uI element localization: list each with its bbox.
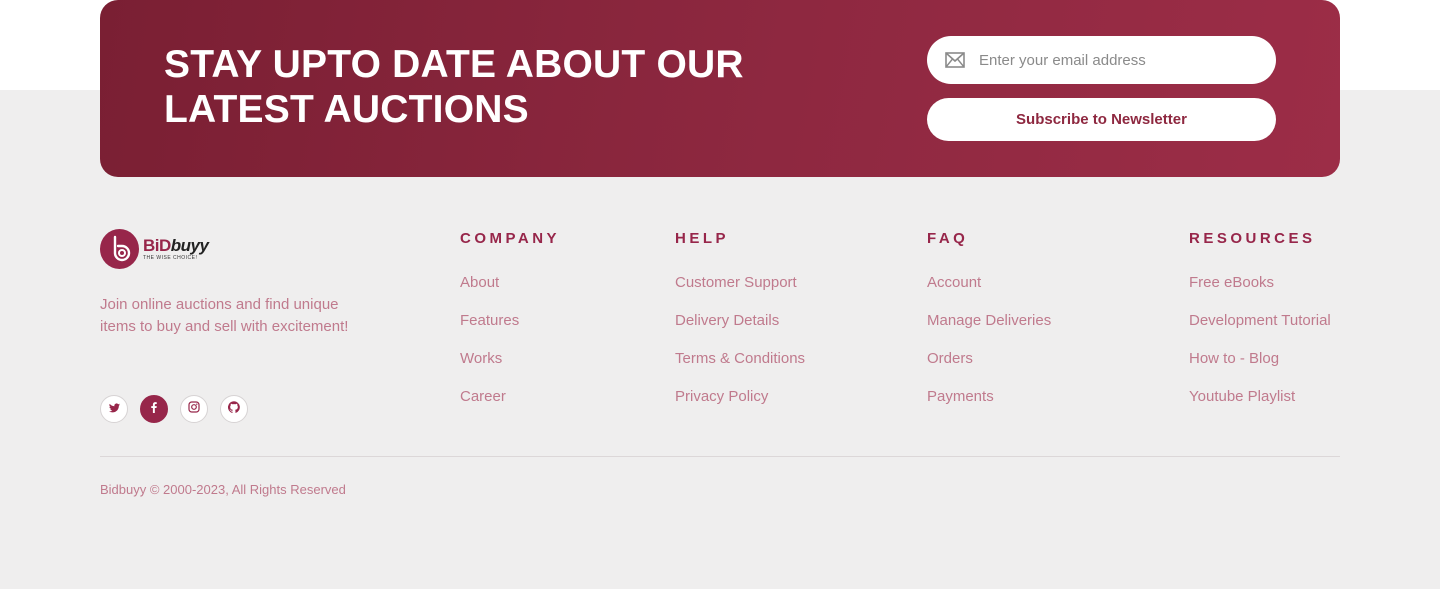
footer-link-orders[interactable]: Orders (927, 350, 973, 367)
github-link[interactable] (220, 395, 248, 423)
footer-link-blog[interactable]: How to - Blog (1189, 350, 1279, 367)
footer-link-free-ebooks[interactable]: Free eBooks (1189, 274, 1274, 291)
logo-word-buyy: buyy (170, 236, 209, 255)
social-links (100, 395, 248, 423)
footer-link-manage-deliveries[interactable]: Manage Deliveries (927, 312, 1051, 329)
column-title: HELP (675, 230, 730, 247)
footer-column-company: COMPANY About Features Works Career (460, 229, 560, 425)
footer-column-resources: RESOURCES Free eBooks Development Tutori… (1189, 229, 1331, 425)
footer-divider (100, 456, 1340, 457)
facebook-link[interactable] (140, 395, 168, 423)
footer-link-works[interactable]: Works (460, 350, 502, 367)
footer-link-about[interactable]: About (460, 274, 499, 291)
footer-column-help: HELP Customer Support Delivery Details T… (675, 229, 805, 425)
github-icon (227, 400, 240, 418)
footer-link-dev-tutorial[interactable]: Development Tutorial (1189, 312, 1331, 329)
facebook-icon (151, 400, 157, 418)
brand-description: Join online auctions and find unique ite… (100, 296, 349, 335)
footer-link-youtube[interactable]: Youtube Playlist (1189, 388, 1295, 405)
email-input[interactable] (979, 51, 1259, 69)
footer-link-customer-support[interactable]: Customer Support (675, 274, 797, 291)
newsletter-banner: STAY UPTO DATE ABOUT OUR LATEST AUCTIONS… (100, 0, 1340, 177)
footer-link-privacy[interactable]: Privacy Policy (675, 388, 768, 405)
column-title: RESOURCES (1189, 230, 1316, 247)
footer-link-delivery-details[interactable]: Delivery Details (675, 312, 779, 329)
subscribe-button[interactable]: Subscribe to Newsletter (927, 98, 1276, 141)
instagram-link[interactable] (180, 395, 208, 423)
mail-icon (945, 52, 965, 68)
instagram-icon (188, 400, 200, 418)
logo-tagline: THE WISE CHOICE! (143, 255, 198, 261)
footer-link-features[interactable]: Features (460, 312, 519, 329)
footer-link-career[interactable]: Career (460, 388, 506, 405)
email-field-container[interactable] (927, 36, 1276, 84)
footer-link-account[interactable]: Account (927, 274, 981, 291)
footer-column-faq: FAQ Account Manage Deliveries Orders Pay… (927, 229, 1051, 425)
logo-mark-icon (100, 229, 139, 269)
footer-link-terms[interactable]: Terms & Conditions (675, 350, 805, 367)
twitter-icon (108, 400, 120, 418)
brand-logo[interactable]: BiDbuyy THE WISE CHOICE! (100, 229, 209, 269)
newsletter-title: STAY UPTO DATE ABOUT OUR LATEST AUCTIONS (164, 43, 744, 131)
footer-link-payments[interactable]: Payments (927, 388, 994, 405)
column-title: COMPANY (460, 230, 561, 247)
twitter-link[interactable] (100, 395, 128, 423)
logo-word-bid: BiD (143, 236, 171, 255)
copyright-text: Bidbuyy © 2000-2023, All Rights Reserved (100, 482, 346, 497)
column-title: FAQ (927, 230, 969, 247)
